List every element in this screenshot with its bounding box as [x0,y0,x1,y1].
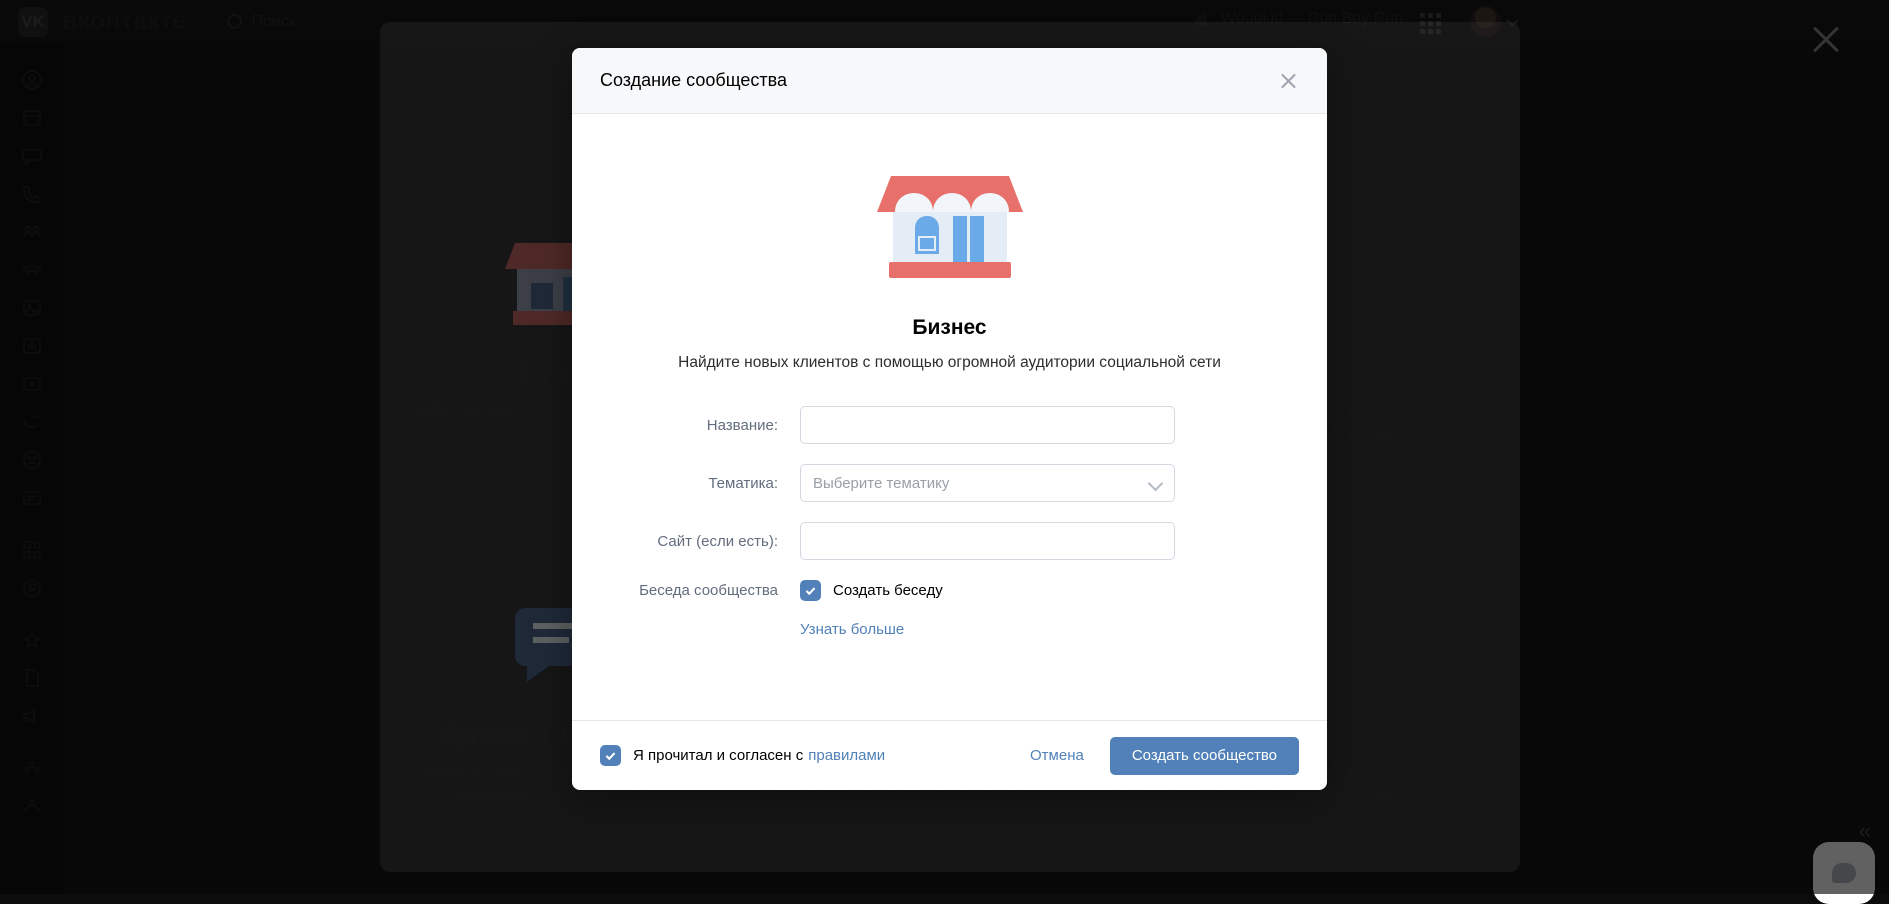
close-icon[interactable] [1809,22,1843,56]
create-community-button[interactable]: Создать сообщество [1110,737,1299,775]
storefront-icon [572,162,1327,290]
rules-link[interactable]: правилами [808,747,885,764]
create-chat-label: Создать беседу [833,582,943,599]
name-input[interactable] [800,406,1175,444]
modal-footer: Я прочитал и согласен с правилами Отмена… [572,720,1327,790]
form-row-name: Название: [572,406,1267,444]
agree-rules-text: Я прочитал и согласен с [633,747,803,764]
topic-select[interactable] [800,464,1175,502]
form-row-site: Сайт (если есть): [572,522,1267,560]
learn-more-link[interactable]: Узнать больше [800,621,904,638]
topic-label: Тематика: [572,475,800,492]
modal-title: Создание сообщества [600,70,787,91]
name-label: Название: [572,417,800,434]
create-chat-checkbox[interactable] [800,580,821,601]
modal-body: Бизнес Найдите новых клиентов с помощью … [572,114,1327,720]
modal-header: Создание сообщества [572,48,1327,114]
form-row-topic: Тематика: [572,464,1267,502]
site-label: Сайт (если есть): [572,533,800,550]
site-input[interactable] [800,522,1175,560]
community-form: Название: Тематика: Сайт (если есть): [572,406,1327,638]
agree-rules-checkbox[interactable] [600,745,621,766]
form-row-chat: Беседа сообщества Создать беседу [572,580,1267,601]
chat-label: Беседа сообщества [572,582,800,599]
cancel-button[interactable]: Отмена [1030,747,1084,764]
close-icon[interactable] [1271,64,1305,98]
create-community-modal: Создание сообщества Бизнес Найдите новых… [572,48,1327,790]
hero-title: Бизнес [572,316,1327,340]
hero-subtitle: Найдите новых клиентов с помощью огромно… [672,352,1228,374]
